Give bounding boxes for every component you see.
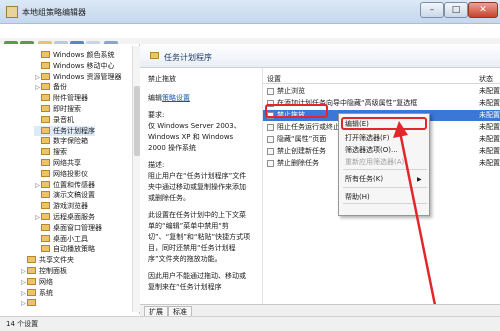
view-tabs: 扩展 标准 [140, 304, 500, 318]
annotation-arrow [393, 121, 440, 321]
status-bar: 14 个设置 [0, 316, 500, 331]
